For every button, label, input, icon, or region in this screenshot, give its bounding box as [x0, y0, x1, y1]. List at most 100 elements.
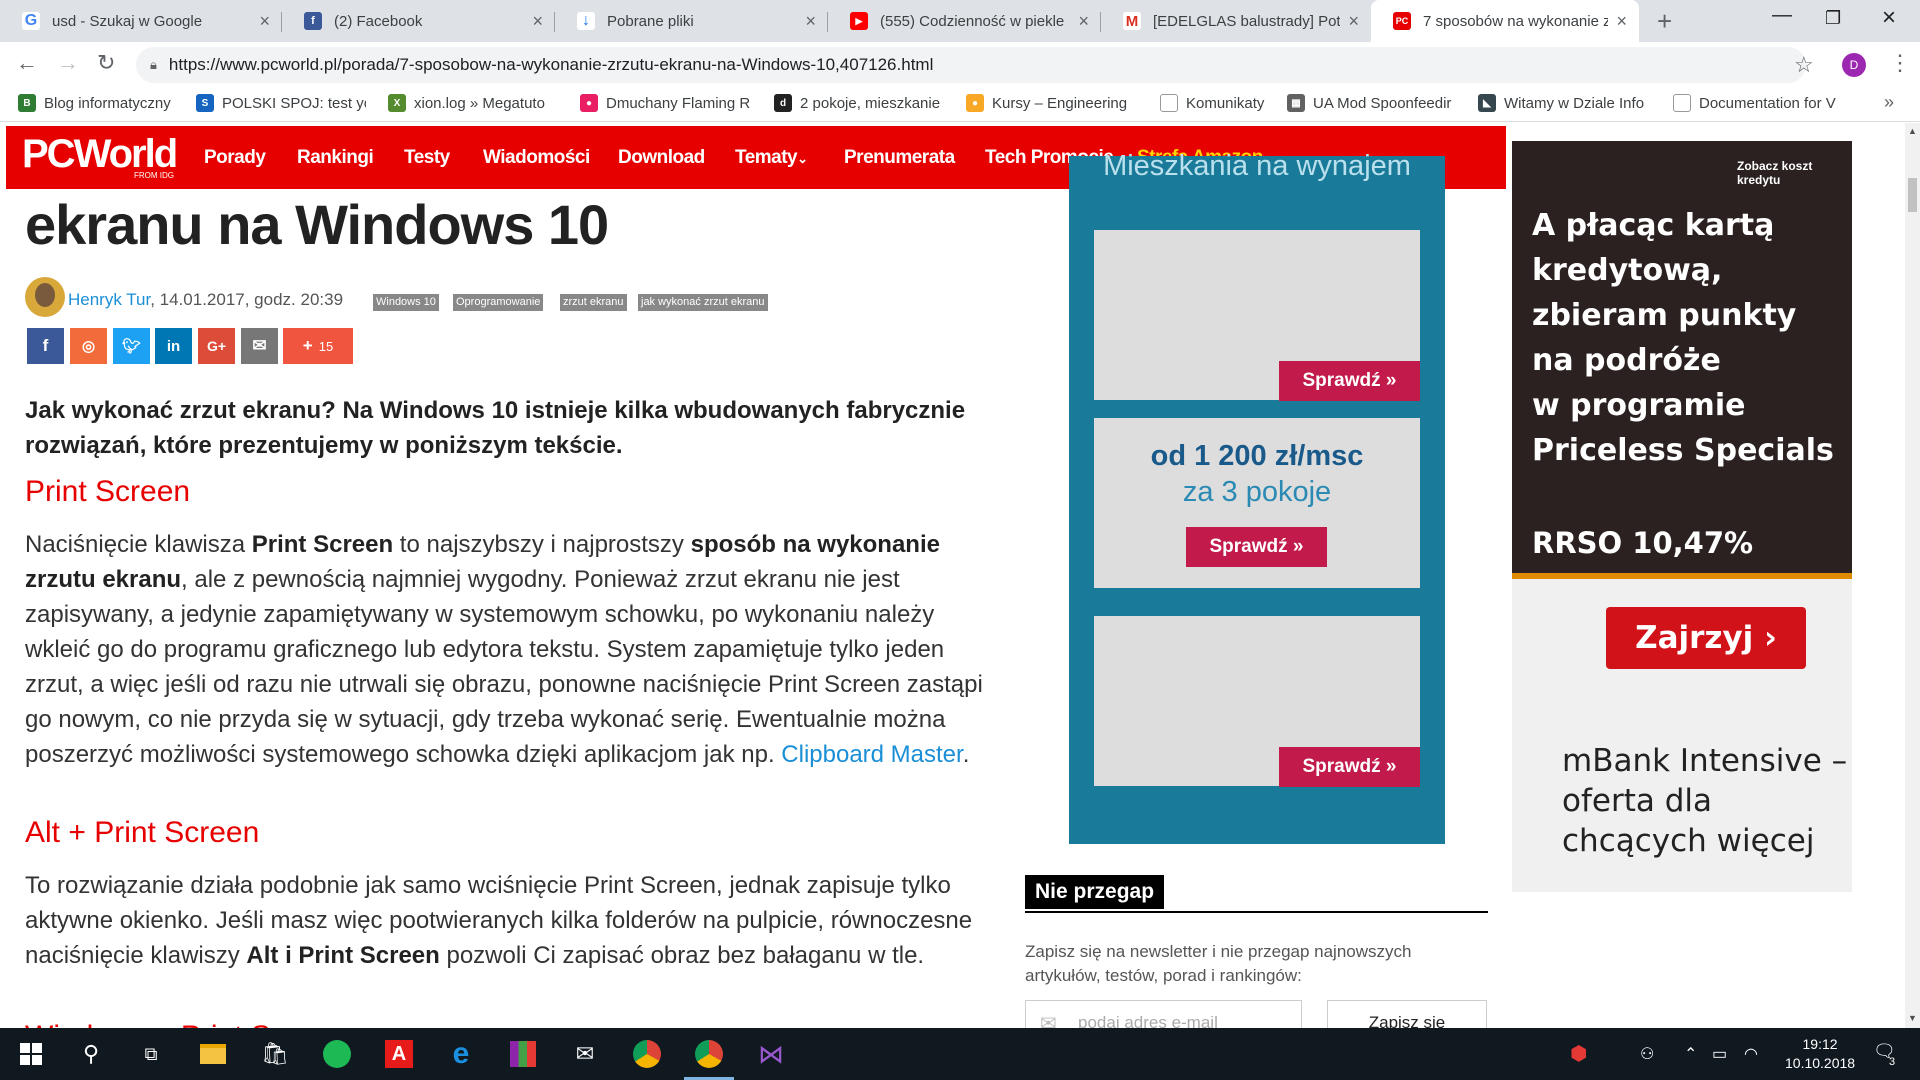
nav-prenumerata[interactable]: Prenumerata	[844, 147, 955, 169]
tray-app-icon[interactable]: ⬢	[1570, 1041, 1587, 1066]
tab-gmail[interactable]: M [EDELGLAS balustrady] Potw ×	[1101, 0, 1371, 42]
bookmark-item[interactable]: Komunikaty	[1160, 94, 1280, 112]
store-icon[interactable]: 🛍︎	[260, 1039, 290, 1069]
author-avatar[interactable]	[25, 277, 65, 317]
clock[interactable]: 19:12 10.10.2018	[1785, 1035, 1855, 1073]
bookmark-item[interactable]: d2 pokoje, mieszkanie	[774, 94, 942, 112]
nav-rankingi[interactable]: Rankingi	[297, 147, 374, 169]
search-icon[interactable]: ⚲	[76, 1039, 106, 1069]
bookmark-item[interactable]: Xxion.log » Megatuto	[388, 94, 558, 112]
tray-chevron-icon[interactable]: ⌃	[1684, 1044, 1697, 1064]
windows-start-icon[interactable]	[16, 1039, 46, 1069]
bank-ad[interactable]: Zobacz koszt kredytu A płacąc kartą kred…	[1512, 141, 1852, 892]
share-wykop-icon[interactable]: ◎	[70, 328, 107, 364]
envelope-icon: ✉	[1040, 1013, 1057, 1028]
windows-taskbar: ⚲ ⧉ 🛍︎ A e ✉ ⋈ ⬢ ⚇ ⌃ ▭ ◠ 19:12 10.10.201…	[0, 1028, 1920, 1080]
address-bar[interactable]: 🔒︎ https://www.pcworld.pl/porada/7-sposo…	[136, 47, 1806, 83]
forward-icon[interactable]: →	[57, 50, 79, 76]
maximize-icon[interactable]: ❐	[1825, 8, 1841, 29]
page-scrollbar[interactable]: ▲ ▼	[1905, 123, 1920, 1028]
close-window-icon[interactable]: ×	[1882, 4, 1896, 32]
tag[interactable]: jak wykonać zrzut ekranu	[638, 294, 768, 311]
visual-studio-icon[interactable]: ⋈	[756, 1039, 786, 1069]
scroll-down-icon[interactable]: ▼	[1908, 1013, 1917, 1023]
share-googleplus-icon[interactable]: G+	[198, 328, 235, 364]
apartment-ad[interactable]: Mieszkania na wynajem Sprawdź » od 1 200…	[1069, 150, 1445, 844]
close-tab-icon[interactable]: ×	[532, 11, 543, 32]
bookmark-item[interactable]: ● Dmuchany Flaming R	[580, 94, 752, 112]
share-facebook-icon[interactable]: f	[27, 328, 64, 364]
newsletter-subscribe-button[interactable]: Zapisz się	[1327, 1000, 1487, 1028]
bookmark-item[interactable]: Documentation for V	[1673, 94, 1845, 112]
share-more-button[interactable]: +15	[283, 328, 353, 364]
author-link[interactable]: Henryk Tur	[68, 290, 150, 309]
close-tab-icon[interactable]: ×	[1616, 11, 1627, 32]
bookmark-favicon-icon: ●	[966, 94, 984, 112]
google-icon: G	[22, 12, 40, 30]
newsletter-email-input[interactable]: ✉ podaj adres e-mail	[1025, 1000, 1302, 1028]
tag[interactable]: Windows 10	[373, 294, 439, 311]
plus-icon: +	[302, 336, 313, 355]
adobe-icon[interactable]: A	[384, 1039, 414, 1069]
profile-avatar[interactable]: D	[1842, 53, 1866, 77]
close-tab-icon[interactable]: ×	[259, 11, 270, 32]
share-twitter-icon[interactable]: 🐦︎	[113, 328, 150, 364]
nav-testy[interactable]: Testy	[404, 147, 450, 169]
paragraph-print-screen: Naciśnięcie klawisza Print Screen to naj…	[25, 531, 983, 768]
nav-tematy[interactable]: Tematy⌄	[735, 147, 808, 169]
tab-google[interactable]: G usd - Szukaj w Google ×	[0, 0, 282, 42]
ad-zajrzyj-button[interactable]: Zajrzyj ›	[1606, 607, 1806, 669]
edge-icon[interactable]: e	[446, 1037, 476, 1070]
reload-icon[interactable]: ↻	[97, 50, 115, 76]
ad-headline: A płacąc kartą kredytową, zbieram punkty…	[1532, 208, 1834, 468]
tag[interactable]: Oprogramowanie	[453, 294, 544, 311]
menu-icon[interactable]: ⋮	[1889, 50, 1911, 76]
spotify-icon[interactable]	[322, 1039, 352, 1069]
scrollbar-thumb[interactable]	[1908, 178, 1917, 212]
more-bookmarks-icon[interactable]: »	[1884, 92, 1894, 113]
close-tab-icon[interactable]: ×	[805, 11, 816, 32]
bookmark-item[interactable]: S POLSKI SPOJ: test yo	[196, 94, 366, 112]
clipboard-master-link[interactable]: Clipboard Master	[781, 741, 962, 768]
ad-check-button[interactable]: Sprawdź »	[1279, 747, 1420, 787]
email-placeholder: podaj adres e-mail	[1078, 1013, 1218, 1028]
close-tab-icon[interactable]: ×	[1348, 11, 1359, 32]
url-text: https://www.pcworld.pl/porada/7-sposobow…	[168, 55, 934, 74]
task-view-icon[interactable]: ⧉	[136, 1039, 166, 1069]
wifi-icon[interactable]: ◠	[1744, 1044, 1758, 1064]
bookmark-star-icon[interactable]: ☆	[1794, 52, 1814, 78]
share-linkedin-icon[interactable]: in	[155, 328, 192, 364]
bookmark-item[interactable]: ◣ Witamy w Dziale Info	[1478, 94, 1650, 112]
newsletter-header: Nie przegap	[1025, 875, 1488, 913]
nav-porady[interactable]: Porady	[204, 147, 266, 169]
ad-check-button[interactable]: Sprawdź »	[1279, 361, 1420, 401]
winrar-icon[interactable]	[508, 1039, 538, 1069]
mail-icon[interactable]: ✉	[570, 1039, 600, 1069]
back-icon[interactable]: ←	[16, 50, 38, 76]
heading-next: Windows + Print Screen	[25, 1020, 346, 1028]
chrome-active-icon[interactable]	[684, 1039, 734, 1080]
bookmark-item[interactable]: ● Kursy – Engineering	[966, 94, 1136, 112]
file-explorer-icon[interactable]	[198, 1039, 228, 1069]
share-email-icon[interactable]: ✉	[241, 328, 278, 364]
new-tab-button[interactable]: +	[1657, 6, 1672, 37]
chrome-icon[interactable]	[632, 1039, 662, 1069]
youtube-icon: ▶	[850, 12, 868, 30]
ad-check-button[interactable]: Sprawdź »	[1186, 527, 1327, 567]
scroll-up-icon[interactable]: ▲	[1908, 126, 1917, 136]
close-tab-icon[interactable]: ×	[1078, 11, 1089, 32]
ad-photo-kitchen: Sprawdź »	[1094, 616, 1420, 787]
people-icon[interactable]: ⚇	[1640, 1044, 1654, 1064]
ad-heading: Mieszkania na wynajem	[1103, 150, 1411, 182]
tab-youtube[interactable]: ▶ (555) Codzienność w piekle ×	[828, 0, 1101, 42]
tab-facebook[interactable]: f (2) Facebook ×	[282, 0, 555, 42]
nav-wiadomosci[interactable]: Wiadomości	[483, 147, 590, 169]
tab-pcworld[interactable]: PC 7 sposobów na wykonanie zr ×	[1371, 0, 1639, 42]
tag[interactable]: zrzut ekranu	[560, 294, 627, 311]
nav-download[interactable]: Download	[618, 147, 705, 169]
tab-downloads[interactable]: ↓ Pobrane pliki ×	[555, 0, 828, 42]
battery-icon[interactable]: ▭	[1712, 1044, 1727, 1064]
bookmark-item[interactable]: ▦ UA Mod Spoonfeedir	[1287, 94, 1457, 112]
bookmark-item[interactable]: B Blog informatyczny	[18, 94, 178, 112]
minimize-icon[interactable]: —	[1772, 4, 1792, 27]
